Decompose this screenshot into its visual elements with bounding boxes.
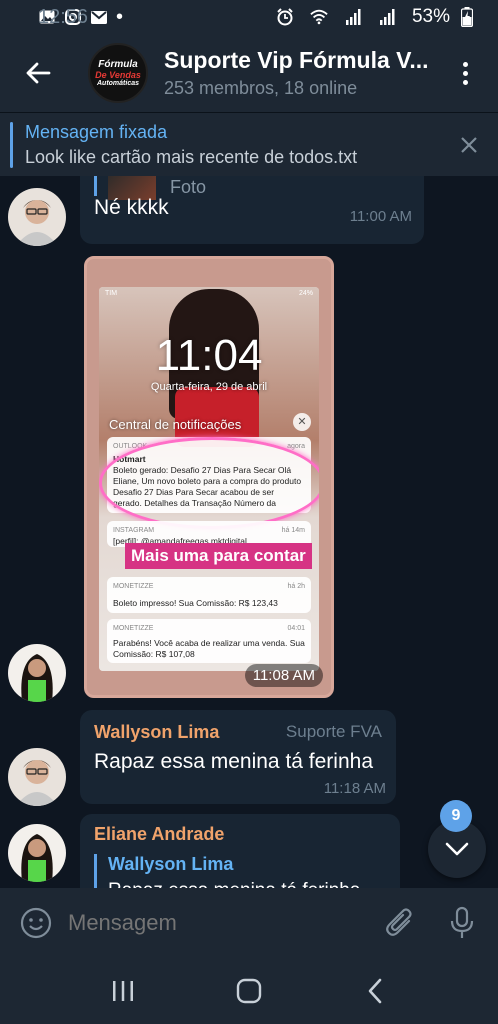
notification-card: MONETIZZE 04:01 Parabéns! Você acaba de … [107, 619, 311, 663]
reply-accent-bar [94, 176, 97, 196]
photo-message[interactable]: TIM 24% 11:04 Quarta-feira, 29 de abril … [84, 256, 334, 698]
avatar-text-line1: Fórmula [98, 59, 138, 70]
notification-app: MONETIZZE [113, 583, 154, 590]
status-dot: • [116, 5, 124, 28]
signal-icon-2 [378, 9, 396, 25]
alarm-icon [276, 8, 294, 26]
home-button[interactable] [229, 971, 269, 1011]
more-options-button[interactable] [450, 53, 480, 93]
status-bar: 12:56 • 53% [0, 0, 498, 34]
pinned-message-bar[interactable]: Mensagem fixada Look like cartão mais re… [0, 112, 498, 176]
user-avatar[interactable] [8, 188, 66, 246]
chevron-left-icon [368, 978, 382, 1004]
notification-time: há 14m [281, 527, 305, 534]
recent-apps-button[interactable] [103, 971, 143, 1011]
chevron-down-icon [445, 842, 469, 856]
notification-card: MONETIZZE há 2h Boleto impresso! Sua Com… [107, 577, 311, 613]
system-back-button[interactable] [355, 971, 395, 1011]
system-nav-bar [0, 958, 498, 1024]
notification-center-label: Central de notificações [109, 417, 242, 432]
gmail-icon [90, 9, 108, 25]
user-avatar[interactable] [8, 644, 66, 702]
message-bubble[interactable]: Wallyson Lima Suporte FVA Rapaz essa men… [80, 710, 396, 804]
user-avatar[interactable] [8, 824, 66, 882]
message-time: 11:18 AM [323, 780, 386, 797]
pinned-title: Mensagem fixada [25, 121, 168, 142]
lock-status-right: 24% [298, 290, 313, 297]
signal-icon-1 [344, 9, 362, 25]
chat-title: Suporte Vip Fórmula V... [164, 47, 429, 73]
back-arrow-icon [26, 62, 51, 84]
home-icon [236, 978, 262, 1004]
caption-stamp: Mais uma para contar [125, 543, 312, 569]
notification-time: 04:01 [287, 625, 305, 632]
sender-name[interactable]: Wallyson Lima [94, 722, 219, 743]
sender-name[interactable]: Eliane Andrade [94, 824, 224, 845]
sender-role: Suporte FVA [285, 722, 382, 741]
message-bubble[interactable]: Eliane Andrade Wallyson Lima Rapaz essa … [80, 814, 400, 888]
voice-button[interactable] [442, 903, 482, 943]
notification-time: há 2h [287, 583, 305, 590]
avatar-text-line2: De Vendas [95, 70, 141, 80]
message-text: Né kkkk [94, 196, 169, 219]
battery-charging-icon [458, 7, 476, 27]
chat-header: Fórmula De Vendas Automáticas Suporte Vi… [0, 34, 498, 112]
dot-icon [462, 79, 468, 85]
emoji-button[interactable] [16, 903, 56, 943]
message-list[interactable]: Foto Né kkkk 11:00 AM TIM 24% 11:04 Quar… [0, 176, 498, 888]
reply-label: Foto [170, 177, 207, 197]
lock-status-left: TIM [105, 290, 118, 297]
chat-info[interactable]: Suporte Vip Fórmula V... 253 membros, 18… [164, 47, 450, 99]
wifi-icon [310, 9, 328, 25]
reply-accent-bar [94, 854, 97, 888]
close-pinned-button[interactable] [454, 130, 484, 160]
microphone-icon [450, 906, 474, 938]
user-avatar[interactable] [8, 748, 66, 806]
pinned-text: Look like cartão mais recente de todos.t… [25, 146, 358, 167]
chat-subtitle: 253 membros, 18 online [164, 78, 358, 98]
back-button[interactable] [20, 55, 56, 91]
paperclip-icon [386, 908, 412, 936]
attach-button[interactable] [380, 903, 420, 943]
notification-app: MONETIZZE [113, 625, 154, 632]
unread-count-badge: 9 [440, 800, 472, 832]
status-time: 12:56 [38, 5, 89, 28]
notification-body: Parabéns! Você acaba de realizar uma ven… [113, 638, 305, 659]
pinned-accent-bar [10, 121, 13, 168]
group-avatar[interactable]: Fórmula De Vendas Automáticas [88, 43, 148, 103]
message-input[interactable] [68, 910, 380, 936]
dot-icon [462, 70, 468, 76]
avatar-text-line3: Automáticas [96, 80, 139, 87]
notification-body: Boleto impresso! Sua Comissão: R$ 123,43 [113, 598, 278, 608]
recents-icon [113, 981, 133, 1001]
close-icon: ✕ [293, 413, 311, 431]
message-bubble[interactable]: Foto Né kkkk 11:00 AM [80, 176, 424, 244]
close-icon [461, 136, 477, 153]
message-input-bar [0, 888, 498, 958]
smiley-icon [20, 907, 52, 939]
highlight-circle [99, 437, 319, 529]
lock-clock: 11:04 [155, 331, 263, 380]
message-time: 11:08 AM [244, 664, 323, 687]
lock-date: Quarta-feira, 29 de abril [150, 381, 268, 393]
message-text: Rapaz essa menina tá ferinha [94, 750, 373, 773]
message-time: 11:00 AM [349, 208, 412, 225]
notification-screenshot: TIM 24% 11:04 Quarta-feira, 29 de abril … [99, 287, 319, 671]
reply-sender-name: Wallyson Lima [108, 854, 234, 874]
battery-percent: 53% [411, 6, 450, 27]
dot-icon [462, 61, 468, 67]
notification-app: INSTAGRAM [113, 527, 155, 534]
reply-text: Rapaz essa menina tá ferinha [108, 880, 360, 888]
